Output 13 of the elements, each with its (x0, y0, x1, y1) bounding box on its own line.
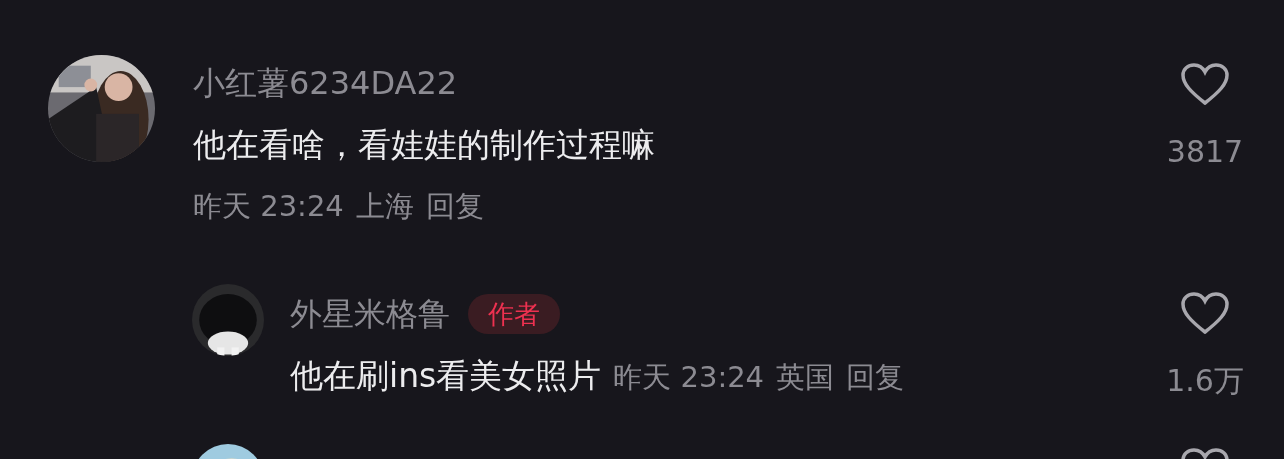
username[interactable]: 小红薯6234DA22 (193, 63, 458, 103)
like-count: 1.6万 (1166, 362, 1244, 400)
location: 上海 (355, 188, 414, 225)
location: 英国 (776, 359, 835, 396)
like-count: 3817 (1166, 133, 1244, 171)
reply-link[interactable]: 回复 (846, 358, 905, 398)
username[interactable]: 外星米格鲁 (290, 294, 450, 334)
timestamp: 昨天 23:24 (193, 188, 344, 225)
comment-text: 他在看啥，看娃娃的制作过程嘛 (193, 124, 655, 166)
comment-text: 他在刷ins看美女照片 (290, 355, 602, 397)
timestamp: 昨天 23:24 (613, 359, 765, 396)
reply-link[interactable]: 回复 (425, 187, 484, 225)
author-badge: 作者 (468, 294, 560, 334)
